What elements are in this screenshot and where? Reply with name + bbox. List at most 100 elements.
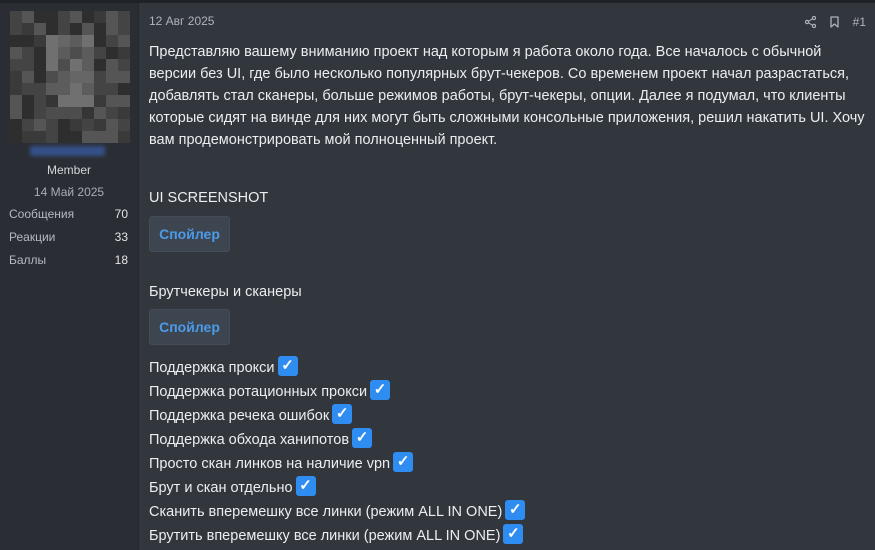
feature-text: Поддержка обхода ханипотов <box>149 432 350 448</box>
feature-item: Просто скан линков на наличие vpn ✓ <box>149 452 525 476</box>
avatar-pixel <box>22 95 34 107</box>
avatar-pixel <box>58 11 70 23</box>
avatar-pixel <box>10 107 22 119</box>
avatar-pixel <box>58 47 70 59</box>
section-title-ui-screenshot: UI SCREENSHOT <box>149 190 269 206</box>
avatar-pixel <box>94 107 106 119</box>
check-mark-icon: ✓ <box>503 524 524 544</box>
avatar-pixel <box>94 23 106 35</box>
avatar-pixel <box>46 23 58 35</box>
avatar-pixel <box>106 95 118 107</box>
avatar-pixel <box>22 71 34 83</box>
avatar-pixel <box>106 83 118 95</box>
feature-text: Поддержка прокси <box>149 360 275 376</box>
avatar-pixel <box>34 11 46 23</box>
avatar-pixel <box>10 83 22 95</box>
avatar-pixel <box>118 71 130 83</box>
user-title: Member <box>46 163 91 177</box>
avatar-pixel <box>10 71 22 83</box>
avatar-pixel <box>58 119 70 131</box>
avatar-pixel <box>118 95 130 107</box>
spoiler-button-ui[interactable]: Спойлер <box>149 216 230 252</box>
avatar-pixel <box>82 95 94 107</box>
avatar-pixel <box>94 95 106 107</box>
avatar-pixel <box>82 107 94 119</box>
avatar-pixel <box>70 119 82 131</box>
user-sidebar: Member 14 Май 2025 Сообщения 70 Реакции … <box>0 3 139 550</box>
avatar-pixel <box>82 35 94 47</box>
avatar-pixel <box>82 47 94 59</box>
avatar-pixel <box>70 11 82 23</box>
avatar-pixel <box>46 59 58 71</box>
avatar-pixel <box>106 11 118 23</box>
avatar-pixel <box>118 131 130 143</box>
stat-reactions: Реакции 33 <box>9 230 129 246</box>
avatar-pixel <box>34 107 46 119</box>
feature-item: Поддержка ротационных прокси ✓ <box>149 380 525 404</box>
avatar-pixel <box>34 119 46 131</box>
avatar-pixel <box>70 71 82 83</box>
avatar-pixel <box>94 11 106 23</box>
avatar-pixel <box>46 95 58 107</box>
feature-item: Поддержка прокси ✓ <box>149 356 525 380</box>
avatar-pixel <box>118 83 130 95</box>
avatar-pixel <box>70 35 82 47</box>
avatar-pixel <box>34 59 46 71</box>
avatar-pixel <box>94 71 106 83</box>
spoiler-button-brutecheckers[interactable]: Спойлер <box>149 309 230 345</box>
avatar-pixel <box>106 131 118 143</box>
feature-text: Поддержка ротационных прокси <box>149 384 368 400</box>
avatar-pixel <box>58 59 70 71</box>
avatar-pixel <box>10 95 22 107</box>
feature-item: Поддержка обхода ханипотов ✓ <box>149 428 525 452</box>
avatar[interactable] <box>10 11 130 143</box>
avatar-pixel <box>118 107 130 119</box>
avatar-pixel <box>10 11 22 23</box>
feature-text: Поддержка речека ошибок <box>149 408 330 424</box>
avatar-pixel <box>106 23 118 35</box>
avatar-pixel <box>34 131 46 143</box>
avatar-pixel <box>70 23 82 35</box>
avatar-pixel <box>70 107 82 119</box>
post-actions: #1 <box>804 14 866 30</box>
avatar-pixel <box>118 35 130 47</box>
avatar-pixel <box>82 23 94 35</box>
avatar-pixel <box>82 59 94 71</box>
feature-text: Сканить вперемешку все линки (режим ALL … <box>149 504 503 520</box>
avatar-pixel <box>34 71 46 83</box>
avatar-pixel <box>82 131 94 143</box>
avatar-pixel <box>70 83 82 95</box>
avatar-pixel <box>106 71 118 83</box>
avatar-pixel <box>22 59 34 71</box>
avatar-pixel <box>10 119 22 131</box>
feature-item: Брутить вперемешку все линки (режим ALL … <box>149 524 525 548</box>
avatar-pixel <box>58 83 70 95</box>
check-mark-icon: ✓ <box>370 380 391 400</box>
avatar-pixel <box>10 59 22 71</box>
avatar-pixel <box>34 35 46 47</box>
feature-text: Просто скан линков на наличие vpn <box>149 456 391 472</box>
avatar-pixel <box>82 83 94 95</box>
stat-value: 33 <box>114 230 128 244</box>
avatar-pixel <box>22 35 34 47</box>
avatar-pixel <box>82 71 94 83</box>
post-number-link[interactable]: #1 <box>853 15 866 29</box>
avatar-pixel <box>94 59 106 71</box>
avatar-pixel <box>94 47 106 59</box>
share-icon[interactable] <box>804 16 816 28</box>
avatar-pixel <box>10 23 22 35</box>
feature-text: Брут и скан отдельно <box>149 480 293 496</box>
avatar-pixel <box>22 83 34 95</box>
username-blurred[interactable] <box>30 146 105 156</box>
avatar-pixel <box>22 11 34 23</box>
check-mark-icon: ✓ <box>352 428 373 448</box>
avatar-pixel <box>58 131 70 143</box>
stat-points: Баллы 18 <box>9 253 129 269</box>
section-title-brutecheckers: Брутчекеры и сканеры <box>149 284 302 300</box>
post-date[interactable]: 12 Авг 2025 <box>149 14 214 28</box>
check-mark-icon: ✓ <box>505 500 526 520</box>
bookmark-icon[interactable] <box>829 16 839 28</box>
avatar-pixel <box>22 119 34 131</box>
check-mark-icon: ✓ <box>332 404 353 424</box>
avatar-pixel <box>106 119 118 131</box>
